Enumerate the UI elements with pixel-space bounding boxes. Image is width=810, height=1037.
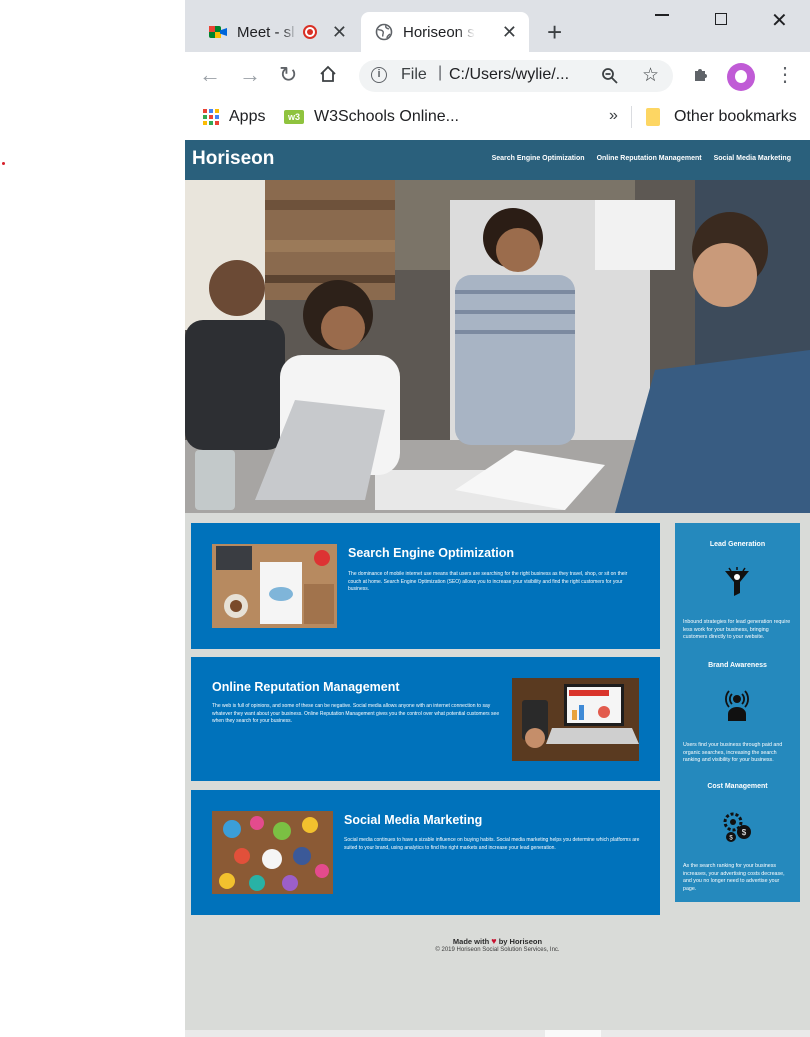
info-icon[interactable]: i xyxy=(371,67,387,83)
card-text: Social media continues to have a sizable… xyxy=(344,837,640,851)
card-reputation: Online Reputation Management The web is … xyxy=(191,657,660,781)
bookmarks-bar: Apps w3 W3Schools Online... » Other book… xyxy=(185,100,810,140)
nav-link-social[interactable]: Social Media Marketing xyxy=(714,155,791,162)
bookmark-apps[interactable]: Apps xyxy=(203,108,265,126)
apps-grid-icon xyxy=(203,109,219,125)
broadcast-person-icon xyxy=(720,687,754,723)
site-nav: Search Engine Optimization Online Reputa… xyxy=(492,155,791,162)
url-scheme: File xyxy=(401,66,427,83)
scrollbar-thumb[interactable] xyxy=(545,1030,601,1037)
home-icon[interactable] xyxy=(319,62,337,89)
url-separator: | xyxy=(438,64,443,81)
bookmarks-divider xyxy=(631,106,632,128)
google-meet-icon xyxy=(209,24,227,40)
horizontal-scrollbar[interactable] xyxy=(185,1030,810,1037)
url-text[interactable]: C:/Users/wylie/... xyxy=(449,66,569,84)
folder-icon xyxy=(646,108,660,126)
bookmark-star-icon[interactable]: ☆ xyxy=(642,64,659,87)
card-title: Social Media Marketing xyxy=(344,813,483,827)
extensions-icon[interactable] xyxy=(692,65,710,89)
nav-link-seo[interactable]: Search Engine Optimization xyxy=(492,155,585,162)
window-close-icon[interactable]: ✕ xyxy=(771,8,788,33)
seo-thumbnail xyxy=(212,544,337,628)
tab-meet[interactable]: Meet - sl ✕ xyxy=(199,12,359,52)
tab-title: Horiseon sea xyxy=(403,23,475,41)
profile-avatar[interactable] xyxy=(727,63,755,91)
web-page: Horiseon Search Engine Optimization Onli… xyxy=(185,140,810,1037)
bookmark-other[interactable]: Other bookmarks xyxy=(646,108,797,126)
nav-link-reputation[interactable]: Online Reputation Management xyxy=(597,155,702,162)
site-logo[interactable]: Horiseon xyxy=(192,148,274,170)
minimize-icon[interactable] xyxy=(655,14,669,16)
zoom-icon[interactable] xyxy=(601,64,619,90)
back-icon[interactable]: ← xyxy=(199,62,221,88)
made-suffix: by Horiseon xyxy=(498,937,543,946)
benefit-title: Cost Management xyxy=(707,783,768,790)
bookmark-label: Other bookmarks xyxy=(674,108,797,125)
browser-toolbar: ← → ↻ i File | C:/Users/wylie/... ☆ ⋮ xyxy=(185,52,810,100)
menu-icon[interactable]: ⋮ xyxy=(775,62,795,87)
maximize-icon[interactable] xyxy=(715,13,727,25)
reputation-thumbnail xyxy=(512,678,639,761)
heart-icon: ♥ xyxy=(491,936,497,946)
site-footer: Made with ♥ by Horiseon © 2019 Horiseon … xyxy=(185,936,810,953)
browser-window: Meet - sl ✕ Horiseon sea ✕ + ✕ ← → ↻ i F… xyxy=(185,0,810,140)
reload-icon[interactable]: ↻ xyxy=(279,62,297,88)
card-text: The dominance of mobile internet use mea… xyxy=(348,571,628,592)
site-header: Horiseon Search Engine Optimization Onli… xyxy=(185,140,810,180)
funnel-icon xyxy=(720,565,754,601)
bookmark-label: W3Schools Online... xyxy=(314,108,459,125)
footer-made-with: Made with ♥ by Horiseon xyxy=(185,936,810,946)
new-tab-button[interactable]: + xyxy=(547,18,562,46)
benefit-title: Brand Awareness xyxy=(708,662,767,669)
card-social: Social Media Marketing Social media cont… xyxy=(191,790,660,915)
tab-title: Meet - sl xyxy=(237,23,295,41)
benefit-title: Lead Generation xyxy=(709,541,766,548)
card-title: Search Engine Optimization xyxy=(348,546,514,560)
card-title: Online Reputation Management xyxy=(212,680,400,694)
benefit-text: Inbound strategies for lead generation r… xyxy=(683,619,791,641)
stray-dot xyxy=(2,162,5,165)
w3schools-icon: w3 xyxy=(284,110,304,124)
card-seo: Search Engine Optimization The dominance… xyxy=(191,523,660,649)
close-tab-icon[interactable]: ✕ xyxy=(332,22,347,42)
bookmark-w3schools[interactable]: w3 W3Schools Online... xyxy=(284,108,459,126)
gears-coins-icon: $ $ xyxy=(720,808,754,844)
hero-image xyxy=(185,180,810,513)
benefit-text: Users find your business through paid an… xyxy=(683,742,783,764)
footer-copyright: © 2019 Horiseon Social Solution Services… xyxy=(435,947,560,953)
made-prefix: Made with xyxy=(452,937,490,946)
bookmark-label: Apps xyxy=(229,108,266,125)
benefits-sidebar: Lead Generation Inbound strategies for l… xyxy=(675,523,800,902)
tab-horiseon[interactable]: Horiseon sea ✕ xyxy=(361,12,529,52)
benefit-text: As the search ranking for your business … xyxy=(683,863,785,892)
social-thumbnail xyxy=(212,811,333,894)
card-text: The web is full of opinions, and some of… xyxy=(212,703,500,724)
address-bar[interactable]: i File | C:/Users/wylie/... ☆ xyxy=(359,60,673,92)
svg-text:$: $ xyxy=(742,828,747,837)
tab-strip: Meet - sl ✕ Horiseon sea ✕ + ✕ xyxy=(185,0,810,52)
bookmarks-overflow-icon[interactable]: » xyxy=(609,107,618,125)
close-tab-icon[interactable]: ✕ xyxy=(502,22,517,42)
globe-icon xyxy=(375,23,393,41)
recording-icon xyxy=(303,25,317,39)
forward-icon[interactable]: → xyxy=(239,62,261,88)
